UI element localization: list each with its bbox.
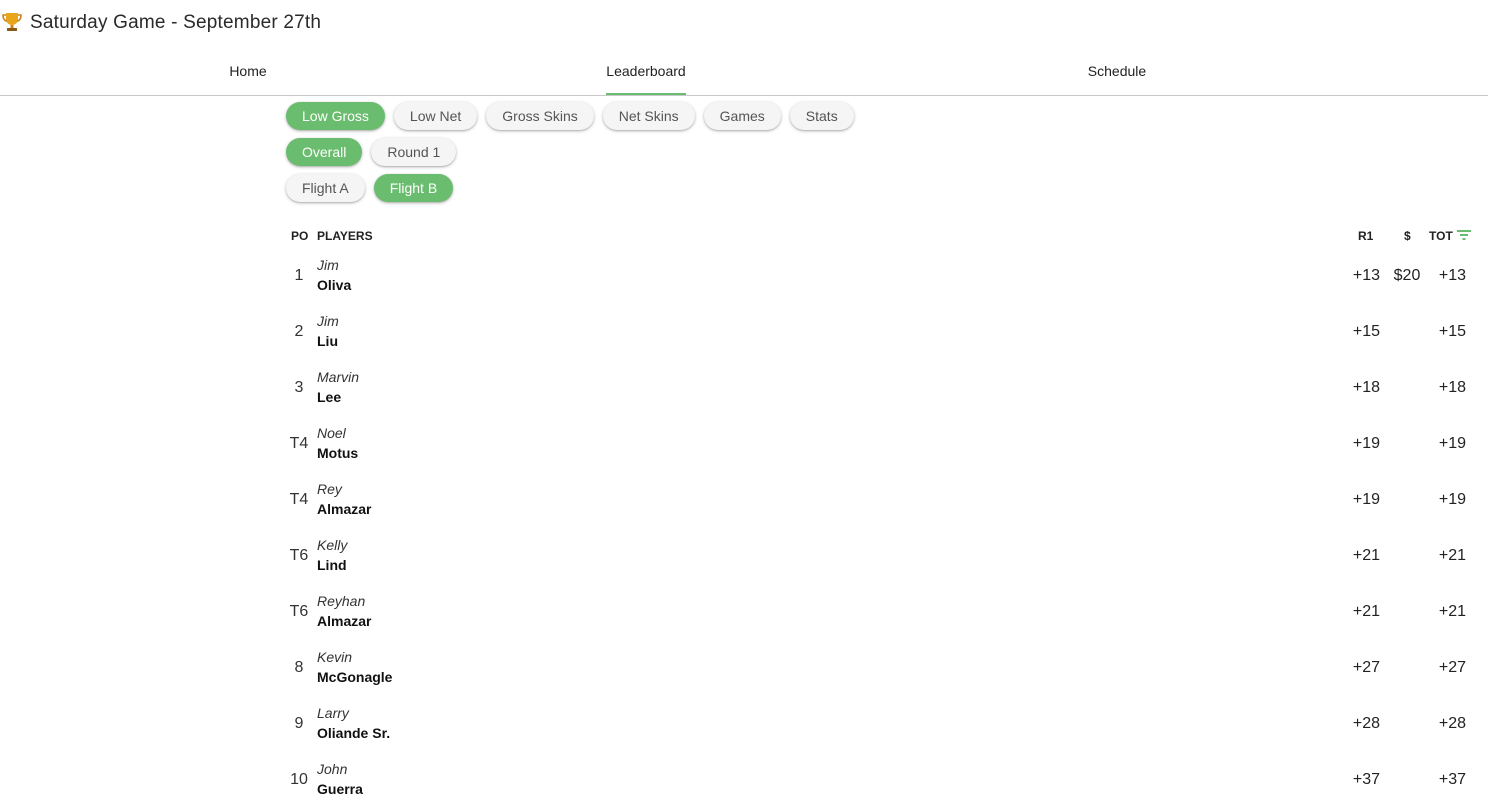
player-last-name: Oliva [317,277,352,293]
column-header-players[interactable]: PLAYERS [317,229,373,243]
player-last-name: Oliande Sr. [317,725,391,741]
table-row[interactable]: T4 Noel Motus +19 +19 [286,418,1474,474]
chip-round-1[interactable]: Round 1 [371,138,457,166]
total-score: +19 [1438,491,1466,508]
flight-filter: Flight A Flight B [286,174,454,202]
table-row[interactable]: 9 Larry Oliande Sr. +28 +28 [286,698,1474,754]
total-score: +15 [1438,323,1466,340]
chip-stats[interactable]: Stats [789,102,854,130]
column-header-money[interactable]: $ [1404,229,1411,243]
position-cell: 1 [294,267,304,284]
chip-gross-skins[interactable]: Gross Skins [486,102,594,130]
chip-flight-a[interactable]: Flight A [286,174,365,202]
position-cell: 8 [294,659,304,676]
player-last-name: Liu [317,333,338,349]
total-score: +19 [1438,435,1466,452]
table-row[interactable]: T6 Reyhan Almazar +21 +21 [286,586,1474,642]
table-row[interactable]: T6 Kelly Lind +21 +21 [286,530,1474,586]
table-row[interactable]: T4 Rey Almazar +19 +19 [286,474,1474,530]
player-first-name: Jim [317,313,339,329]
position-cell: T4 [289,435,309,452]
player-last-name: Lind [317,557,347,573]
total-score: +21 [1438,603,1466,620]
tab-leaderboard[interactable]: Leaderboard [398,46,894,95]
table-row[interactable]: 1 Jim Oliva +13 $20 +13 [286,250,1474,306]
page-title: Saturday Game - September 27th [30,12,322,33]
main-nav: Home Leaderboard Schedule [0,46,1488,96]
tab-schedule-label: Schedule [1087,62,1147,79]
tab-schedule[interactable]: Schedule [869,46,1365,95]
round-1-score: +15 [1352,323,1380,340]
chip-games[interactable]: Games [703,102,781,130]
sort-icon[interactable] [1456,229,1472,241]
position-cell: T6 [289,547,309,564]
app-header: Saturday Game - September 27th [0,0,1488,46]
column-header-r1[interactable]: R1 [1358,229,1373,243]
trophy-icon [2,13,22,31]
player-first-name: Marvin [317,369,360,385]
player-last-name: McGonagle [317,669,393,685]
round-1-score: +21 [1352,603,1380,620]
chip-overall[interactable]: Overall [286,138,363,166]
total-score: +27 [1438,659,1466,676]
leaderboard-table: PO PLAYERS R1 $ TOT 1 Jim Oliva +13 $20 +13 2 J… [286,220,1474,810]
player-last-name: Lee [317,389,342,405]
chip-net-skins[interactable]: Net Skins [602,102,695,130]
player-last-name: Guerra [317,781,363,797]
player-first-name: Larry [317,705,349,721]
player-last-name: Almazar [317,613,372,629]
player-first-name: Rey [317,481,342,497]
position-cell: 3 [294,379,304,396]
table-header: PO PLAYERS R1 $ TOT [286,220,1474,250]
round-1-score: +19 [1352,435,1380,452]
table-row[interactable]: 3 Marvin Lee +18 +18 [286,362,1474,418]
table-body: 1 Jim Oliva +13 $20 +13 2 Jim Liu +15 +15 3 Marvin Le… [286,250,1474,810]
position-cell: 9 [294,715,304,732]
tab-home-label: Home [229,62,267,79]
round-1-score: +21 [1352,547,1380,564]
total-score: +13 [1438,267,1466,284]
column-header-tot[interactable]: TOT [1429,229,1453,243]
chip-flight-b[interactable]: Flight B [373,174,454,202]
table-row[interactable]: 10 John Guerra +37 +37 [286,754,1474,810]
chip-low-gross[interactable]: Low Gross [286,102,385,130]
tab-leaderboard-label: Leaderboard [606,62,686,79]
round-1-score: +18 [1352,379,1380,396]
player-first-name: Reyhan [317,593,366,609]
player-last-name: Motus [317,445,359,461]
category-filter: Low Gross Low Net Gross Skins Net Skins … [286,102,854,130]
total-score: +28 [1438,715,1466,732]
position-cell: T4 [289,491,309,508]
position-cell: 2 [294,323,304,340]
chip-low-net[interactable]: Low Net [393,102,478,130]
round-1-score: +28 [1352,715,1380,732]
round-1-score: +13 [1352,267,1380,284]
position-cell: 10 [290,771,308,788]
player-first-name: Jim [317,257,339,273]
table-row[interactable]: 8 Kevin McGonagle +27 +27 [286,642,1474,698]
round-1-score: +27 [1352,659,1380,676]
position-cell: T6 [289,603,309,620]
player-first-name: Noel [317,425,346,441]
total-score: +37 [1438,771,1466,788]
column-header-pos[interactable]: PO [291,229,308,243]
player-first-name: Kevin [317,649,353,665]
round-1-score: +19 [1352,491,1380,508]
round-1-score: +37 [1352,771,1380,788]
player-first-name: Kelly [317,537,348,553]
total-score: +21 [1438,547,1466,564]
total-score: +18 [1438,379,1466,396]
player-first-name: John [317,761,348,777]
table-row[interactable]: 2 Jim Liu +15 +15 [286,306,1474,362]
player-last-name: Almazar [317,501,372,517]
round-filter: Overall Round 1 [286,138,457,166]
